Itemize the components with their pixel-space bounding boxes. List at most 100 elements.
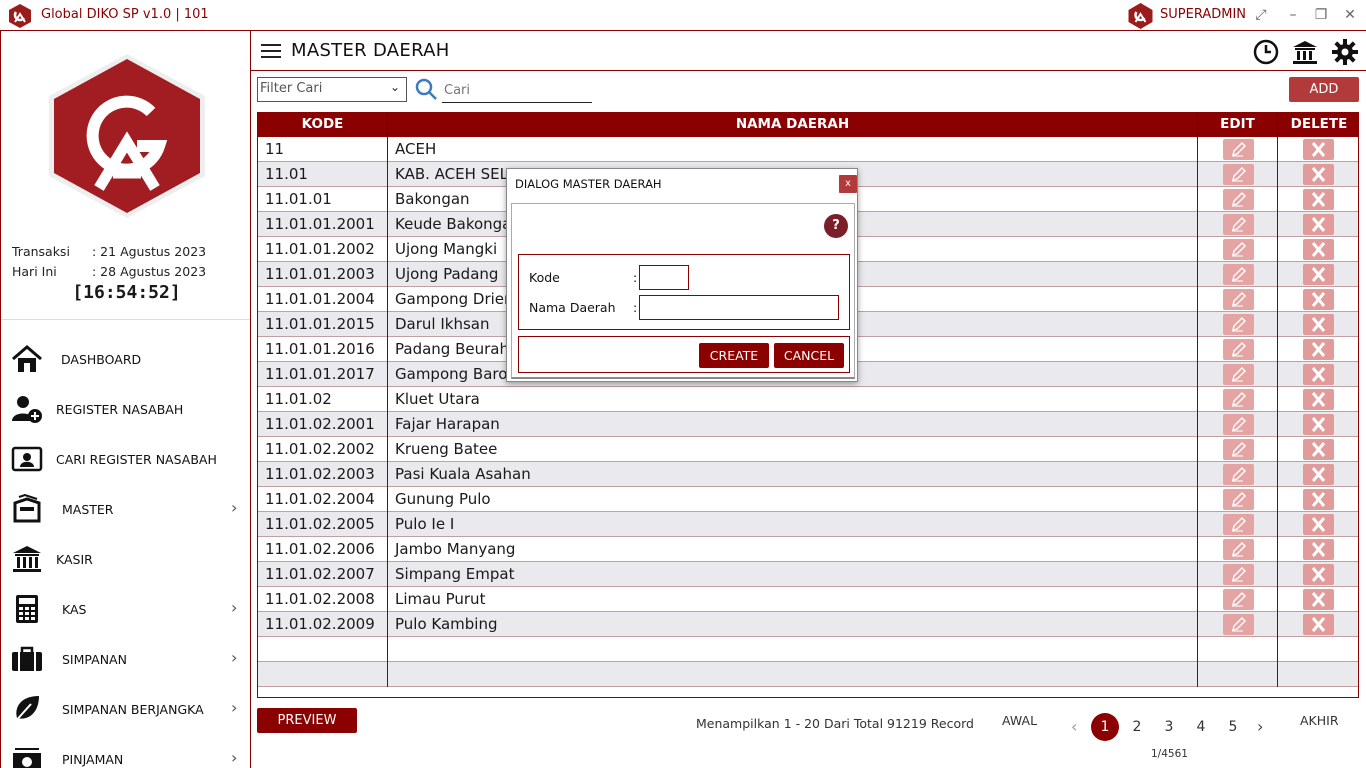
edit-pencil-icon[interactable] xyxy=(1223,514,1254,535)
delete-x-icon[interactable] xyxy=(1303,564,1334,585)
edit-pencil-icon[interactable] xyxy=(1223,239,1254,260)
hamburger-menu-icon[interactable] xyxy=(261,44,281,58)
page-5[interactable]: 5 xyxy=(1219,713,1247,741)
close-window-icon[interactable]: ✕ xyxy=(1341,6,1359,24)
delete-x-icon[interactable] xyxy=(1303,489,1334,510)
edit-pencil-icon[interactable] xyxy=(1223,439,1254,460)
search-icon[interactable] xyxy=(414,77,438,101)
table-row[interactable]: 11.01.02.2004 Gunung Pulo xyxy=(258,487,1358,512)
kode-cell: 11.01.01.2001 xyxy=(258,212,388,237)
help-icon[interactable]: ? xyxy=(824,214,848,238)
delete-x-icon[interactable] xyxy=(1303,514,1334,535)
delete-x-icon[interactable] xyxy=(1303,289,1334,310)
kode-field[interactable] xyxy=(639,265,689,290)
first-page-link[interactable]: AWAL xyxy=(1002,713,1037,728)
edit-pencil-icon[interactable] xyxy=(1223,539,1254,560)
last-page-link[interactable]: AKHIR xyxy=(1300,713,1339,728)
table-row[interactable]: 11.01.02.2007 Simpang Empat xyxy=(258,562,1358,587)
table-row[interactable]: 11.01.02.2009 Pulo Kambing xyxy=(258,612,1358,637)
edit-pencil-icon[interactable] xyxy=(1223,364,1254,385)
fullscreen-icon[interactable]: ⤢ xyxy=(1252,6,1270,24)
column-header-nama-daerah[interactable]: NAMA DAERAH xyxy=(388,112,1198,137)
delete-cell xyxy=(1278,662,1358,687)
restore-icon[interactable]: ❐ xyxy=(1312,6,1330,24)
user-avatar-icon[interactable] xyxy=(1126,2,1155,30)
delete-x-icon[interactable] xyxy=(1303,314,1334,335)
table-row[interactable]: 11.01.02.2003 Pasi Kuala Asahan xyxy=(258,462,1358,487)
preview-button[interactable]: PREVIEW xyxy=(257,708,357,733)
edit-pencil-icon[interactable] xyxy=(1223,489,1254,510)
delete-x-icon[interactable] xyxy=(1303,589,1334,610)
menu-item-kasir[interactable]: KASIR xyxy=(1,533,250,583)
page-3[interactable]: 3 xyxy=(1155,713,1183,741)
table-row[interactable]: 11 ACEH xyxy=(258,137,1358,162)
chevron-right-icon: › xyxy=(231,648,238,667)
delete-x-icon[interactable] xyxy=(1303,164,1334,185)
menu-item-pinjaman[interactable]: PINJAMAN › xyxy=(1,733,250,768)
page-1[interactable]: 1 xyxy=(1091,713,1119,741)
delete-x-icon[interactable] xyxy=(1303,539,1334,560)
minimize-icon[interactable]: – xyxy=(1284,6,1302,24)
table-row[interactable] xyxy=(258,637,1358,662)
edit-cell xyxy=(1198,512,1278,537)
edit-pencil-icon[interactable] xyxy=(1223,139,1254,160)
filter-select[interactable]: Filter Cari ⌄ xyxy=(257,77,407,102)
edit-pencil-icon[interactable] xyxy=(1223,389,1254,410)
menu-item-dashboard[interactable]: DASHBOARD xyxy=(1,333,250,383)
edit-pencil-icon[interactable] xyxy=(1223,339,1254,360)
column-header-kode[interactable]: KODE xyxy=(258,112,388,137)
create-button[interactable]: CREATE xyxy=(699,343,769,368)
nama-daerah-field[interactable] xyxy=(639,295,839,320)
table-row[interactable]: 11.01.02.2001 Fajar Harapan xyxy=(258,412,1358,437)
edit-pencil-icon[interactable] xyxy=(1223,614,1254,635)
menu-item-simpanan[interactable]: SIMPANAN › xyxy=(1,633,250,683)
edit-pencil-icon[interactable] xyxy=(1223,289,1254,310)
page-4[interactable]: 4 xyxy=(1187,713,1215,741)
prev-page-icon[interactable]: ‹ xyxy=(1071,717,1077,736)
close-icon[interactable]: x xyxy=(839,175,857,193)
cancel-button[interactable]: CANCEL xyxy=(774,343,844,368)
delete-x-icon[interactable] xyxy=(1303,389,1334,410)
table-row[interactable]: 11.01.02.2005 Pulo Ie I xyxy=(258,512,1358,537)
username[interactable]: SUPERADMIN xyxy=(1160,7,1246,22)
table-row[interactable]: 11.01.02.2006 Jambo Manyang xyxy=(258,537,1358,562)
menu-item-cari-register-nasabah[interactable]: CARI REGISTER NASABAH xyxy=(1,433,250,483)
add-button[interactable]: ADD xyxy=(1289,77,1359,102)
delete-x-icon[interactable] xyxy=(1303,339,1334,360)
edit-pencil-icon[interactable] xyxy=(1223,564,1254,585)
delete-x-icon[interactable] xyxy=(1303,414,1334,435)
clock-icon[interactable] xyxy=(1253,39,1279,65)
menu-item-register-nasabah[interactable]: REGISTER NASABAH xyxy=(1,383,250,433)
table-row[interactable]: 11.01.02.2008 Limau Purut xyxy=(258,587,1358,612)
delete-x-icon[interactable] xyxy=(1303,239,1334,260)
menu-item-simpanan-berjangka[interactable]: SIMPANAN BERJANGKA › xyxy=(1,683,250,733)
edit-pencil-icon[interactable] xyxy=(1223,189,1254,210)
gear-icon[interactable] xyxy=(1332,39,1358,65)
bank-icon[interactable] xyxy=(1292,39,1318,65)
edit-pencil-icon[interactable] xyxy=(1223,589,1254,610)
delete-x-icon[interactable] xyxy=(1303,139,1334,160)
delete-x-icon[interactable] xyxy=(1303,214,1334,235)
menu-item-master[interactable]: MASTER › xyxy=(1,483,250,533)
table-row[interactable]: 11.01.02 Kluet Utara xyxy=(258,387,1358,412)
edit-pencil-icon[interactable] xyxy=(1223,414,1254,435)
menu-item-kas[interactable]: KAS › xyxy=(1,583,250,633)
search-input[interactable] xyxy=(442,79,592,103)
table-row[interactable] xyxy=(258,662,1358,687)
delete-cell xyxy=(1278,262,1358,287)
delete-x-icon[interactable] xyxy=(1303,189,1334,210)
edit-pencil-icon[interactable] xyxy=(1223,464,1254,485)
delete-x-icon[interactable] xyxy=(1303,364,1334,385)
delete-x-icon[interactable] xyxy=(1303,464,1334,485)
next-page-icon[interactable]: › xyxy=(1257,717,1263,736)
edit-pencil-icon[interactable] xyxy=(1223,264,1254,285)
delete-x-icon[interactable] xyxy=(1303,264,1334,285)
page-2[interactable]: 2 xyxy=(1123,713,1151,741)
table-row[interactable]: 11.01.02.2002 Krueng Batee xyxy=(258,437,1358,462)
delete-x-icon[interactable] xyxy=(1303,439,1334,460)
edit-pencil-icon[interactable] xyxy=(1223,164,1254,185)
edit-pencil-icon[interactable] xyxy=(1223,314,1254,335)
delete-x-icon[interactable] xyxy=(1303,614,1334,635)
edit-pencil-icon[interactable] xyxy=(1223,214,1254,235)
kode-cell: 11.01.02.2007 xyxy=(258,562,388,587)
